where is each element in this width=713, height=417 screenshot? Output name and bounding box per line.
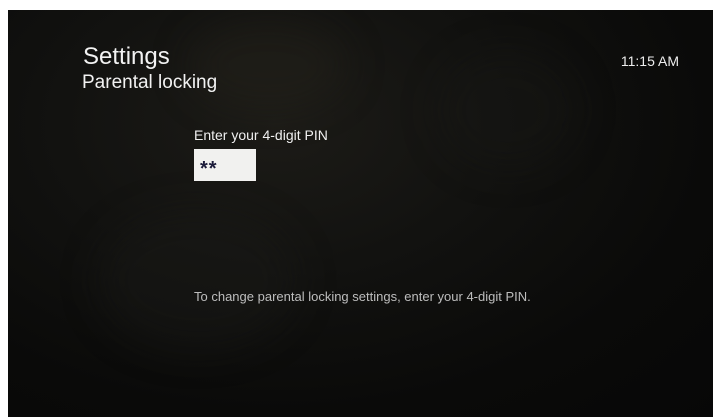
- clock: 11:15 AM: [620, 53, 679, 69]
- background-blur: [438, 50, 578, 170]
- page-subtitle: Parental locking: [82, 72, 218, 93]
- tv-screen: Settings Parental locking 11:15 AM Enter…: [8, 10, 713, 417]
- instruction-text: To change parental locking settings, ent…: [194, 289, 531, 304]
- pin-prompt-label: Enter your 4-digit PIN: [194, 127, 328, 143]
- background-blur: [188, 20, 348, 110]
- page-title: Settings: [83, 43, 170, 70]
- pin-input[interactable]: **: [194, 149, 256, 181]
- background-blur: [98, 210, 298, 350]
